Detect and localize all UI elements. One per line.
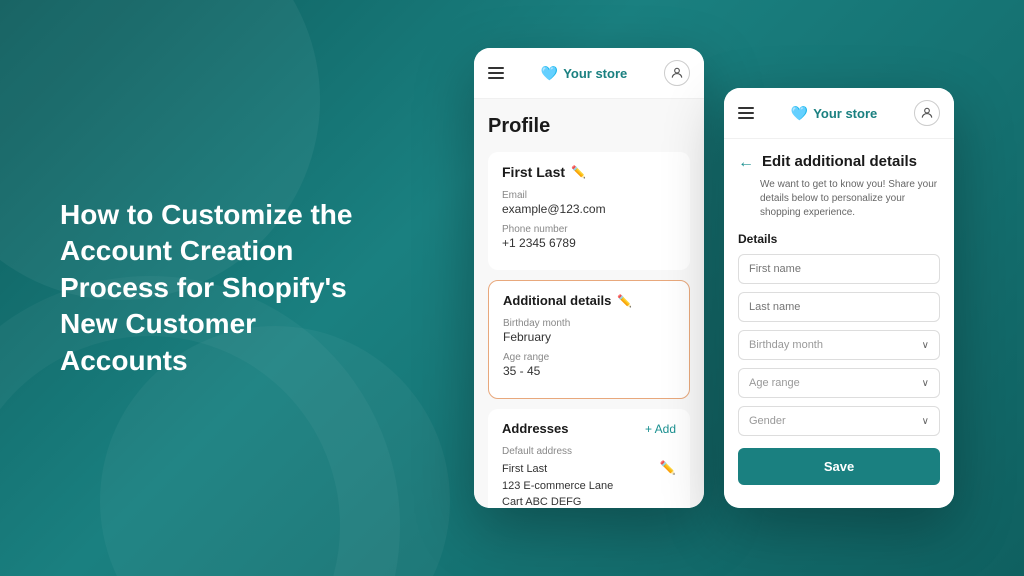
addresses-card: Addresses + Add Default address First La… bbox=[488, 409, 690, 508]
address-info: Default address First Last 123 E-commerc… bbox=[502, 446, 613, 508]
first-name-input[interactable] bbox=[738, 254, 940, 284]
profile-content: Profile First Last ✏️ Email example@123.… bbox=[474, 99, 704, 508]
profile-title: Profile bbox=[488, 115, 690, 138]
user-account-button[interactable] bbox=[664, 60, 690, 86]
birthday-value: February bbox=[503, 330, 675, 344]
edit-content: ← Edit additional details We want to get… bbox=[724, 139, 954, 508]
chevron-down-icon-2: ∨ bbox=[922, 378, 929, 389]
profile-name-row: First Last ✏️ bbox=[502, 164, 676, 180]
chevron-down-icon: ∨ bbox=[922, 340, 929, 351]
phone-profile: 🩵 Your store Profile First Last ✏️ Email bbox=[474, 48, 704, 508]
edit-subtitle: We want to get to know you! Share your d… bbox=[760, 178, 940, 220]
birthday-label: Birthday month bbox=[503, 318, 675, 329]
save-button[interactable]: Save bbox=[738, 448, 940, 485]
phone1-header: 🩵 Your store bbox=[474, 48, 704, 99]
gender-placeholder: Gender bbox=[749, 415, 786, 427]
email-value: example@123.com bbox=[502, 202, 676, 216]
chevron-down-icon-3: ∨ bbox=[922, 416, 929, 427]
hamburger-menu[interactable] bbox=[488, 67, 504, 79]
birthday-month-placeholder: Birthday month bbox=[749, 339, 823, 351]
birthday-month-select[interactable]: Birthday month ∨ bbox=[738, 330, 940, 360]
phone2-heart-icon: 🩵 bbox=[791, 105, 808, 122]
back-title-row: ← Edit additional details bbox=[738, 153, 940, 172]
email-field: Email example@123.com bbox=[502, 190, 676, 216]
gender-select[interactable]: Gender ∨ bbox=[738, 406, 940, 436]
profile-name: First Last bbox=[502, 164, 565, 180]
heart-icon: 🩵 bbox=[541, 65, 558, 82]
age-value: 35 - 45 bbox=[503, 364, 675, 378]
left-text-area: How to Customize the Account Creation Pr… bbox=[60, 197, 380, 379]
phones-area: 🩵 Your store Profile First Last ✏️ Email bbox=[404, 0, 1024, 576]
additional-details-card: Additional details ✏️ Birthday month Feb… bbox=[488, 280, 690, 399]
address-text: First Last 123 E-commerce Lane Cart ABC … bbox=[502, 461, 613, 508]
profile-main-card: First Last ✏️ Email example@123.com Phon… bbox=[488, 152, 690, 270]
address-line1: First Last bbox=[502, 463, 547, 475]
phone-field: Phone number +1 2345 6789 bbox=[502, 224, 676, 250]
phone2-header: 🩵 Your store bbox=[724, 88, 954, 139]
address-line2: 123 E-commerce Lane bbox=[502, 480, 613, 492]
edit-additional-title: Edit additional details bbox=[762, 153, 917, 170]
main-heading: How to Customize the Account Creation Pr… bbox=[60, 197, 380, 379]
age-range-select[interactable]: Age range ∨ bbox=[738, 368, 940, 398]
additional-details-title: Additional details bbox=[503, 293, 611, 308]
phone2-user-button[interactable] bbox=[914, 100, 940, 126]
age-field: Age range 35 - 45 bbox=[503, 352, 675, 378]
last-name-input[interactable] bbox=[738, 292, 940, 322]
add-address-button[interactable]: + Add bbox=[645, 422, 676, 436]
phone2-hamburger-menu[interactable] bbox=[738, 107, 754, 119]
phone-value: +1 2345 6789 bbox=[502, 236, 676, 250]
age-range-placeholder: Age range bbox=[749, 377, 800, 389]
additional-details-header: Additional details ✏️ bbox=[503, 293, 675, 308]
age-label: Age range bbox=[503, 352, 675, 363]
default-address-row: Default address First Last 123 E-commerc… bbox=[502, 446, 676, 508]
birthday-field: Birthday month February bbox=[503, 318, 675, 344]
address-line3: Cart ABC DEFG bbox=[502, 496, 581, 508]
edit-name-icon[interactable]: ✏️ bbox=[571, 165, 586, 179]
phone2-store-name: Your store bbox=[813, 106, 877, 121]
store-logo: 🩵 Your store bbox=[541, 65, 628, 82]
edit-additional-icon[interactable]: ✏️ bbox=[617, 294, 632, 308]
phone-edit: 🩵 Your store ← Edit additional details W… bbox=[724, 88, 954, 508]
edit-address-icon[interactable]: ✏️ bbox=[660, 460, 676, 476]
store-name: Your store bbox=[563, 66, 627, 81]
default-address-label: Default address bbox=[502, 446, 613, 457]
addresses-header: Addresses + Add bbox=[502, 421, 676, 436]
back-arrow[interactable]: ← bbox=[738, 154, 754, 172]
phone-label: Phone number bbox=[502, 224, 676, 235]
details-section-label: Details bbox=[738, 232, 940, 246]
addresses-title: Addresses bbox=[502, 421, 568, 436]
phone2-store-logo: 🩵 Your store bbox=[791, 105, 878, 122]
email-label: Email bbox=[502, 190, 676, 201]
